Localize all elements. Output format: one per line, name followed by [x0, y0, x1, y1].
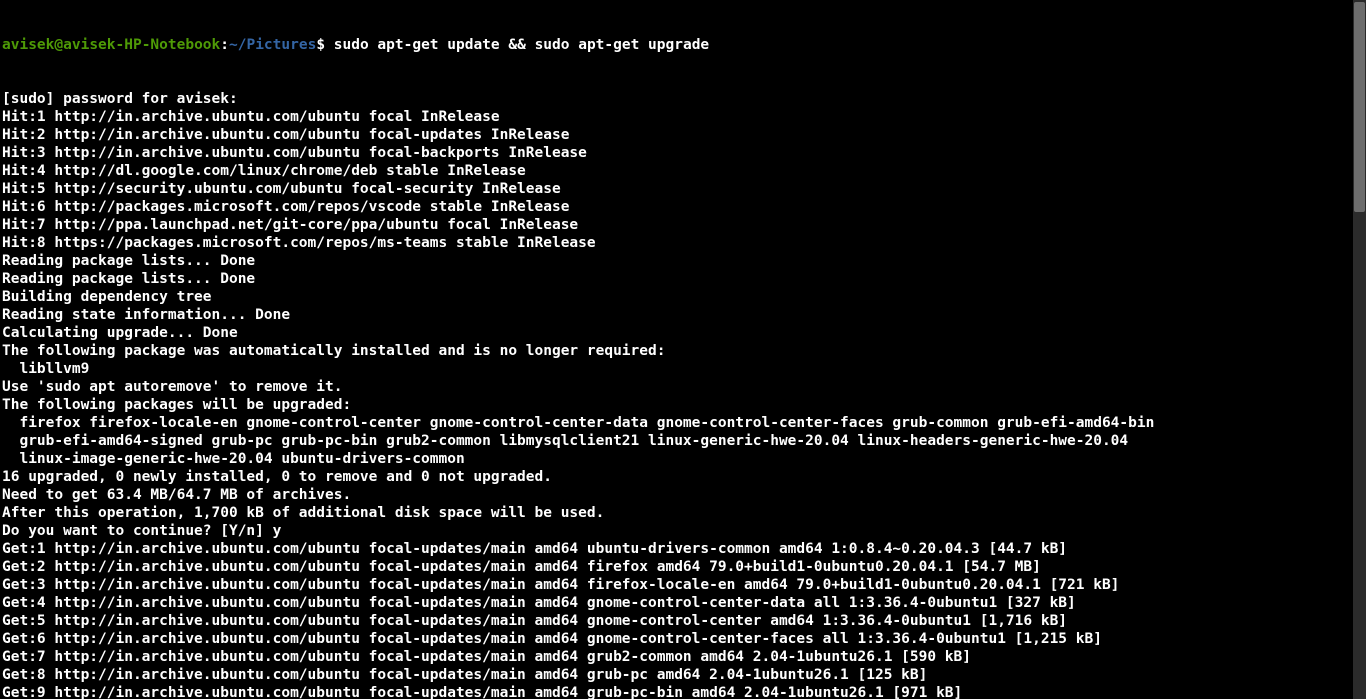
prompt-at: @	[54, 37, 63, 53]
prompt-line: avisek@avisek-HP-Notebook:~/Pictures$ su…	[2, 36, 1355, 54]
prompt-host: avisek-HP-Notebook	[63, 37, 220, 53]
terminal-line: Hit:4 http://dl.google.com/linux/chrome/…	[2, 162, 1355, 180]
prompt-path: ~/Pictures	[229, 37, 316, 53]
prompt-command: sudo apt-get update && sudo apt-get upgr…	[334, 37, 709, 53]
terminal-line: Use 'sudo apt autoremove' to remove it.	[2, 378, 1355, 396]
terminal[interactable]: avisek@avisek-HP-Notebook:~/Pictures$ su…	[0, 0, 1355, 699]
terminal-line: grub-efi-amd64-signed grub-pc grub-pc-bi…	[2, 432, 1355, 450]
terminal-line: Hit:1 http://in.archive.ubuntu.com/ubunt…	[2, 108, 1355, 126]
terminal-line: Hit:8 https://packages.microsoft.com/rep…	[2, 234, 1355, 252]
terminal-line: Get:1 http://in.archive.ubuntu.com/ubunt…	[2, 540, 1355, 558]
terminal-line: Get:3 http://in.archive.ubuntu.com/ubunt…	[2, 576, 1355, 594]
terminal-line: Get:9 http://in.archive.ubuntu.com/ubunt…	[2, 684, 1355, 699]
terminal-line: Get:6 http://in.archive.ubuntu.com/ubunt…	[2, 630, 1355, 648]
terminal-line: Building dependency tree	[2, 288, 1355, 306]
terminal-line: After this operation, 1,700 kB of additi…	[2, 504, 1355, 522]
terminal-output: [sudo] password for avisek:Hit:1 http://…	[2, 90, 1355, 699]
terminal-line: Calculating upgrade... Done	[2, 324, 1355, 342]
terminal-line: Get:7 http://in.archive.ubuntu.com/ubunt…	[2, 648, 1355, 666]
terminal-line: Get:5 http://in.archive.ubuntu.com/ubunt…	[2, 612, 1355, 630]
terminal-line: Hit:6 http://packages.microsoft.com/repo…	[2, 198, 1355, 216]
terminal-line: Get:8 http://in.archive.ubuntu.com/ubunt…	[2, 666, 1355, 684]
scrollbar-thumb[interactable]	[1354, 2, 1365, 212]
terminal-line: Get:2 http://in.archive.ubuntu.com/ubunt…	[2, 558, 1355, 576]
prompt-colon: :	[220, 37, 229, 53]
terminal-line: Reading state information... Done	[2, 306, 1355, 324]
terminal-line: Do you want to continue? [Y/n] y	[2, 522, 1355, 540]
terminal-line: Hit:5 http://security.ubuntu.com/ubuntu …	[2, 180, 1355, 198]
terminal-line: Hit:2 http://in.archive.ubuntu.com/ubunt…	[2, 126, 1355, 144]
terminal-line: The following package was automatically …	[2, 342, 1355, 360]
prompt-user: avisek	[2, 37, 54, 53]
terminal-line: The following packages will be upgraded:	[2, 396, 1355, 414]
terminal-line: linux-image-generic-hwe-20.04 ubuntu-dri…	[2, 450, 1355, 468]
terminal-line: Reading package lists... Done	[2, 270, 1355, 288]
terminal-line: firefox firefox-locale-en gnome-control-…	[2, 414, 1355, 432]
terminal-line: libllvm9	[2, 360, 1355, 378]
terminal-line: Reading package lists... Done	[2, 252, 1355, 270]
terminal-line: 16 upgraded, 0 newly installed, 0 to rem…	[2, 468, 1355, 486]
prompt-dollar: $	[316, 37, 333, 53]
scrollbar-track[interactable]	[1353, 0, 1366, 699]
terminal-line: Need to get 63.4 MB/64.7 MB of archives.	[2, 486, 1355, 504]
terminal-line: Hit:3 http://in.archive.ubuntu.com/ubunt…	[2, 144, 1355, 162]
terminal-line: Hit:7 http://ppa.launchpad.net/git-core/…	[2, 216, 1355, 234]
terminal-line: Get:4 http://in.archive.ubuntu.com/ubunt…	[2, 594, 1355, 612]
terminal-line: [sudo] password for avisek:	[2, 90, 1355, 108]
